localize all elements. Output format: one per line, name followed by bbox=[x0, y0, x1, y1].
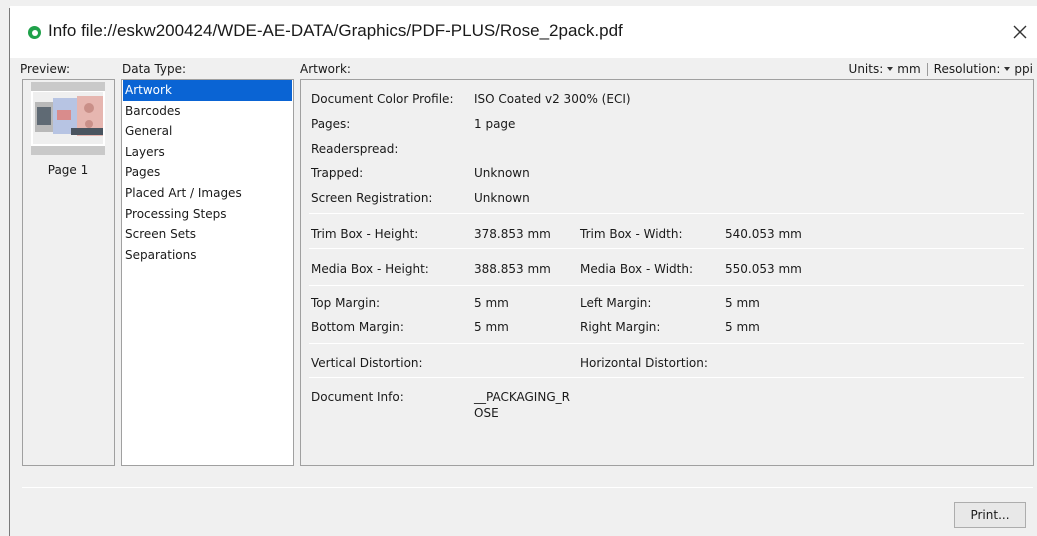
title-bar: Info file://eskw200424/WDE-AE-DATA/Graph… bbox=[10, 6, 1037, 58]
units-dropdown-icon[interactable] bbox=[887, 67, 894, 71]
right-margin-label: Right Margin: bbox=[580, 320, 661, 334]
artwork-label: Artwork: bbox=[300, 62, 351, 76]
data-type-label: Data Type: bbox=[122, 62, 187, 76]
divider bbox=[309, 377, 1024, 378]
page-thumbnail[interactable] bbox=[31, 82, 105, 155]
top-margin-value: 5 mm bbox=[474, 296, 509, 310]
divider bbox=[309, 343, 1024, 344]
pages-label: Pages: bbox=[311, 117, 351, 131]
color-profile-value: ISO Coated v2 300% (ECI) bbox=[474, 92, 631, 106]
preview-label: Preview: bbox=[20, 62, 71, 76]
trapped-label: Trapped: bbox=[311, 166, 364, 180]
data-type-item-processing-steps[interactable]: Processing Steps bbox=[123, 204, 292, 225]
document-info-label: Document Info: bbox=[311, 390, 404, 404]
trapped-value: Unknown bbox=[474, 166, 530, 180]
screen-registration-value: Unknown bbox=[474, 191, 530, 205]
print-button[interactable]: Print... bbox=[954, 502, 1026, 528]
divider bbox=[309, 213, 1024, 214]
info-dialog: Info file://eskw200424/WDE-AE-DATA/Graph… bbox=[0, 0, 1037, 536]
trim-box-width-value: 540.053 mm bbox=[725, 227, 802, 241]
resolution-dropdown-icon[interactable] bbox=[1004, 67, 1011, 71]
media-box-height-value: 388.853 mm bbox=[474, 262, 551, 276]
pages-value: 1 page bbox=[474, 117, 516, 131]
page-label: Page 1 bbox=[47, 163, 89, 177]
data-type-item-placed-art-images[interactable]: Placed Art / Images bbox=[123, 183, 292, 204]
resolution-label: Resolution: bbox=[933, 62, 1001, 76]
units-resolution-bar: Units: mm Resolution: ppi bbox=[849, 62, 1033, 76]
data-type-item-layers[interactable]: Layers bbox=[123, 142, 292, 163]
data-type-item-pages[interactable]: Pages bbox=[123, 162, 292, 183]
status-icon bbox=[28, 26, 41, 39]
close-icon bbox=[1013, 25, 1027, 39]
divider bbox=[309, 248, 1024, 249]
right-margin-value: 5 mm bbox=[725, 320, 760, 334]
trim-box-width-label: Trim Box - Width: bbox=[580, 227, 683, 241]
screen-registration-label: Screen Registration: bbox=[311, 191, 433, 205]
footer-divider bbox=[22, 487, 1033, 488]
data-type-item-screen-sets[interactable]: Screen Sets bbox=[123, 224, 292, 245]
media-box-width-label: Media Box - Width: bbox=[580, 262, 694, 276]
left-margin-label: Left Margin: bbox=[580, 296, 652, 310]
color-profile-label: Document Color Profile: bbox=[311, 92, 454, 106]
top-margin-label: Top Margin: bbox=[311, 296, 381, 310]
data-type-item-separations[interactable]: Separations bbox=[123, 245, 292, 266]
readerspread-label: Readerspread: bbox=[311, 142, 399, 156]
left-margin-value: 5 mm bbox=[725, 296, 760, 310]
units-label: Units: bbox=[848, 62, 884, 76]
vertical-distortion-label: Vertical Distortion: bbox=[311, 356, 423, 370]
divider bbox=[309, 285, 1024, 286]
media-box-height-label: Media Box - Height: bbox=[311, 262, 429, 276]
data-type-item-general[interactable]: General bbox=[123, 121, 292, 142]
data-type-item-artwork[interactable]: Artwork bbox=[123, 80, 292, 101]
resolution-value[interactable]: ppi bbox=[1014, 62, 1033, 76]
media-box-width-value: 550.053 mm bbox=[725, 262, 802, 276]
close-button[interactable] bbox=[1006, 18, 1034, 46]
document-info-value-line2: OSE bbox=[474, 406, 499, 420]
data-type-item-barcodes[interactable]: Barcodes bbox=[123, 101, 292, 122]
document-info-value-line1: __PACKAGING_R bbox=[474, 390, 570, 404]
bottom-margin-label: Bottom Margin: bbox=[311, 320, 404, 334]
window-title: Info file://eskw200424/WDE-AE-DATA/Graph… bbox=[48, 21, 623, 40]
units-separator bbox=[926, 62, 928, 76]
units-value[interactable]: mm bbox=[897, 62, 920, 76]
trim-box-height-label: Trim Box - Height: bbox=[311, 227, 419, 241]
trim-box-height-value: 378.853 mm bbox=[474, 227, 551, 241]
bottom-margin-value: 5 mm bbox=[474, 320, 509, 334]
horizontal-distortion-label: Horizontal Distortion: bbox=[580, 356, 708, 370]
